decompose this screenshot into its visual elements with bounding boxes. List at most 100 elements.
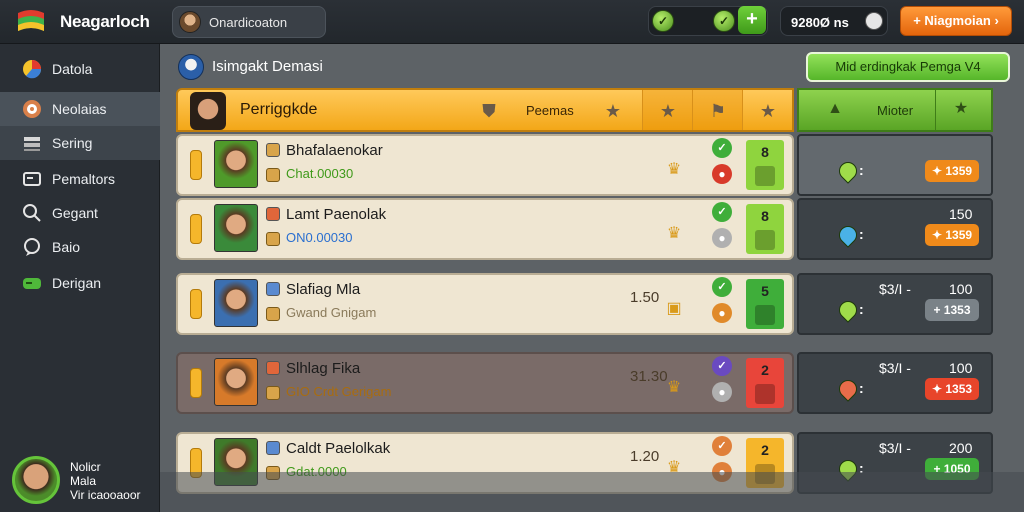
sidebar-item-datola[interactable]: Datola bbox=[0, 52, 160, 86]
pie-chart-icon bbox=[23, 60, 42, 79]
status-checkbox-icon[interactable] bbox=[266, 143, 280, 157]
sidebar-item-pemaltors[interactable]: Pemaltors bbox=[0, 162, 160, 196]
table-row[interactable]: Bhafalaenokar Chat.00030 ♛ ✓ ● 8 bbox=[176, 134, 794, 196]
shield-icon bbox=[835, 158, 861, 184]
player-subtitle: GIO Crdt Gerigam bbox=[286, 384, 392, 399]
reward-value: 150 bbox=[949, 206, 973, 222]
crown-icon: ♛ bbox=[666, 379, 682, 396]
reward-row[interactable]: : ✦ 1359 bbox=[797, 134, 993, 196]
level-tile[interactable]: 8 bbox=[746, 204, 784, 254]
player-name: Onardicoaton bbox=[209, 15, 288, 30]
player-avatar bbox=[179, 11, 201, 33]
reward-pill-button[interactable]: ✦ 1353 bbox=[925, 378, 979, 400]
star-icon: ★ bbox=[659, 101, 677, 121]
crown-icon: ▣ bbox=[666, 300, 682, 317]
badge-icon[interactable]: ▲ bbox=[825, 100, 845, 120]
table-row[interactable]: Lamt Paenolak ON0.00030 ♛ ✓ ● 8 bbox=[176, 198, 794, 260]
character-portrait bbox=[214, 204, 258, 252]
reward-row[interactable]: $3/I - 100 : + 1353 bbox=[797, 273, 993, 335]
character-portrait bbox=[214, 358, 258, 406]
shield-icon bbox=[835, 376, 861, 402]
chest-icon bbox=[755, 305, 775, 325]
sidebar-item-label: Datola bbox=[52, 61, 93, 77]
layers-icon bbox=[24, 137, 40, 151]
fire-icon: ● bbox=[712, 164, 732, 184]
card-icon bbox=[23, 172, 41, 186]
status-checkbox-icon[interactable] bbox=[266, 441, 280, 455]
reward-row[interactable]: $3/I - 100 : ✦ 1353 bbox=[797, 352, 993, 414]
level-tile[interactable]: 8 bbox=[746, 140, 784, 190]
column-header-star-2[interactable]: ★ bbox=[742, 90, 792, 130]
player-name: Caldt Paelolkak bbox=[286, 440, 391, 457]
separator: : bbox=[859, 301, 864, 317]
avatar bbox=[12, 456, 60, 504]
character-portrait bbox=[214, 140, 258, 188]
reward-price: $3/I - bbox=[879, 281, 911, 297]
player-name: Bhafalaenokar bbox=[286, 142, 383, 159]
sidebar-item-baio[interactable]: Baio bbox=[0, 230, 160, 264]
skull-icon bbox=[865, 12, 883, 30]
player-name: Lamt Paenolak bbox=[286, 206, 387, 223]
column-header-star[interactable]: ★ bbox=[642, 90, 692, 130]
row-score: 31.30 bbox=[630, 368, 668, 385]
sidebar-item-neolaias[interactable]: Neolaias bbox=[0, 92, 160, 126]
rank-badge-icon bbox=[266, 168, 280, 182]
chat-icon bbox=[24, 238, 40, 256]
sidebar-item-gegant[interactable]: Gegant bbox=[0, 196, 160, 230]
reward-pill-button[interactable]: ✦ 1359 bbox=[925, 160, 979, 182]
player-name: Slhlag Fika bbox=[286, 360, 361, 377]
add-resource-button[interactable]: + bbox=[738, 6, 766, 34]
row-score: 1.20 bbox=[630, 448, 660, 465]
sidebar: Datola Neolaias Sering Pemaltors Gegant … bbox=[0, 44, 160, 512]
right-header-label: Mioter bbox=[877, 103, 914, 118]
player-subtitle: Gwand Gnigam bbox=[286, 305, 377, 320]
reward-value: 200 bbox=[949, 440, 973, 456]
reward-pill-button[interactable]: + 1353 bbox=[925, 299, 979, 321]
player-chip[interactable]: Onardicoaton bbox=[172, 6, 326, 38]
separator: : bbox=[859, 162, 864, 178]
sidebar-item-label: Sering bbox=[52, 135, 93, 151]
level-tile[interactable]: 2 bbox=[746, 358, 784, 408]
table-row[interactable]: Slafiag Mla Gwand Gnigam 1.50 ▣ ✓ ● 5 bbox=[176, 273, 794, 335]
table-title: Perriggkde bbox=[240, 101, 318, 118]
level-number: 8 bbox=[761, 144, 769, 160]
status-checkbox-icon[interactable] bbox=[266, 361, 280, 375]
column-header-trophy[interactable]: ⚑ bbox=[692, 90, 742, 130]
level-tile[interactable]: 5 bbox=[746, 279, 784, 329]
star-icon: ★ bbox=[759, 101, 777, 121]
reward-pill-button[interactable]: ✦ 1359 bbox=[925, 224, 979, 246]
status-checkbox-icon[interactable] bbox=[266, 282, 280, 296]
target-icon bbox=[23, 100, 41, 118]
header-avatar bbox=[190, 92, 226, 130]
sidebar-item-derigan[interactable]: Derigan bbox=[0, 266, 160, 300]
profile-line-3: Vir icaooaoor bbox=[70, 488, 141, 502]
rank-badge-icon bbox=[266, 386, 280, 400]
top-action-button[interactable]: + Niagmoian › bbox=[900, 6, 1012, 36]
right-table-header: ▲ Mioter ★ bbox=[797, 88, 993, 132]
user-profile[interactable]: Nolicr Mala Vir icaooaoor bbox=[0, 446, 160, 512]
star-icon[interactable]: ★ bbox=[951, 98, 971, 118]
player-name: Slafiag Mla bbox=[286, 281, 361, 298]
profile-line-2: Mala bbox=[70, 474, 97, 488]
shield-icon bbox=[835, 222, 861, 248]
globe-icon bbox=[178, 54, 204, 80]
sidebar-item-sering[interactable]: Sering bbox=[0, 126, 160, 160]
reward-row[interactable]: 150 : ✦ 1359 bbox=[797, 198, 993, 260]
reward-price: $3/I - bbox=[879, 360, 911, 376]
table-row[interactable]: Slhlag Fika GIO Crdt Gerigam 31.30 ♛ ✓ ●… bbox=[176, 352, 794, 414]
trophy-icon: ⚑ bbox=[709, 101, 727, 121]
crown-icon: ♛ bbox=[666, 225, 682, 242]
rank-badge-icon bbox=[266, 307, 280, 321]
gem-icon: ✓ bbox=[713, 10, 735, 32]
shield-icon[interactable]: ⛊ bbox=[478, 100, 500, 122]
rank-badge-icon bbox=[266, 232, 280, 246]
app-logo-icon bbox=[18, 10, 44, 31]
primary-action-button[interactable]: Mid erdingkak Pemga V4 bbox=[806, 52, 1010, 82]
leaf-icon: ✓ bbox=[712, 356, 732, 376]
shield-icon bbox=[835, 297, 861, 323]
level-number: 8 bbox=[761, 208, 769, 224]
status-checkbox-icon[interactable] bbox=[266, 207, 280, 221]
star-icon[interactable]: ★ bbox=[602, 100, 624, 122]
level-number: 2 bbox=[761, 362, 769, 378]
coin-display: 9280Ø ns bbox=[780, 6, 888, 36]
